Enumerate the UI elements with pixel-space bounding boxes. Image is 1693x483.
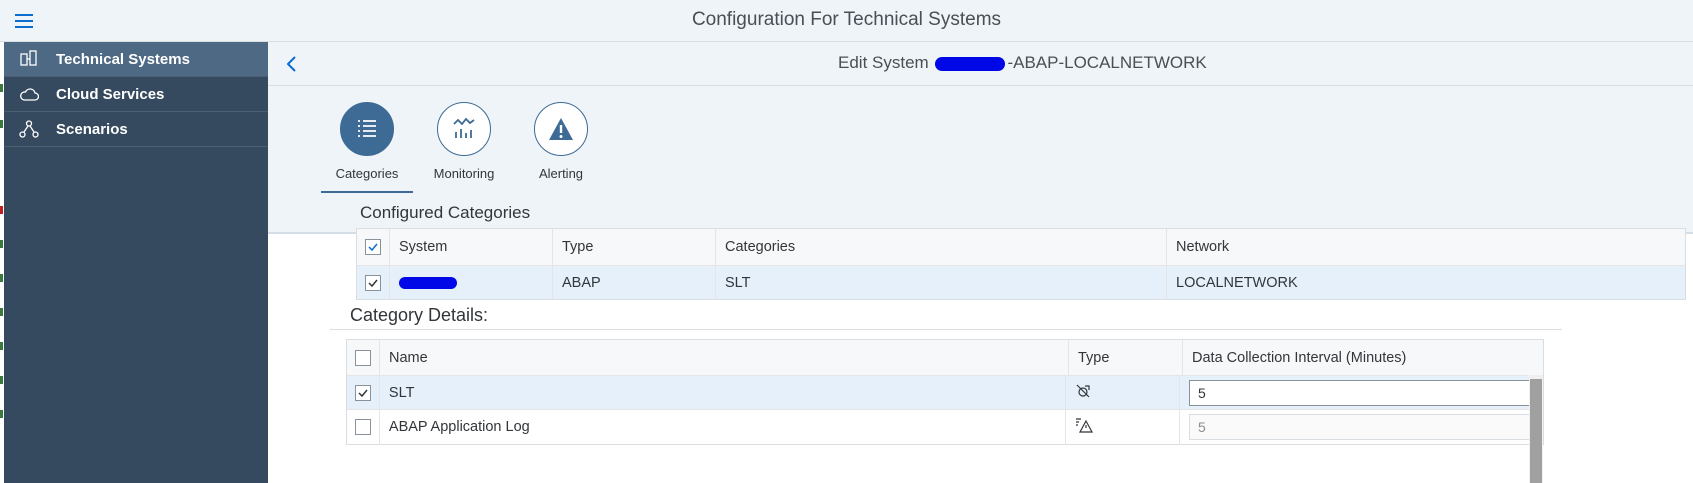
sidebar-item-scenarios[interactable]: Scenarios [4,112,268,147]
tab-categories[interactable]: Categories [321,102,413,193]
redaction-mark [935,56,1006,71]
scrollbar-thumb[interactable] [1530,379,1542,483]
column-header-categories[interactable]: Categories [716,229,1167,265]
column-header-type[interactable]: Type [1069,340,1183,375]
sidebar-item-label: Technical Systems [56,50,190,68]
type-cell: ABAP [553,266,716,299]
page-title-prefix: Edit System [838,53,929,72]
sidebar-item-cloud-services[interactable]: Cloud Services [4,77,268,112]
row-select-cell [357,266,390,299]
tab-label: Monitoring [433,166,495,181]
monitoring-icon [437,102,491,156]
list-icon [340,102,394,156]
network-cell: LOCALNETWORK [1176,274,1298,291]
section-divider [330,329,1562,330]
shell-bar: Configuration For Technical Systems [0,0,1693,42]
table-row[interactable]: ABAP SLT LOCALNETWORK [357,266,1685,299]
tab-monitoring[interactable]: Monitoring [418,102,510,181]
column-header-interval[interactable]: Data Collection Interval (Minutes) [1183,340,1543,375]
system-cell [390,266,553,299]
row-checkbox[interactable] [355,419,371,435]
row-checkbox[interactable] [355,384,371,401]
table-header-row: Name Type Data Collection Interval (Minu… [347,340,1543,376]
table-header-row: System Type Categories Network [357,229,1685,266]
cloud-icon [18,84,40,104]
select-all-cell [347,340,380,375]
row-checkbox[interactable] [365,274,381,291]
sidebar-item-technical-systems[interactable]: Technical Systems [4,42,268,77]
details-scrollbar[interactable] [1529,375,1543,483]
name-cell: SLT [380,376,1067,409]
category-details-title: Category Details: [350,305,489,325]
category-details-table: Name Type Data Collection Interval (Minu… [346,339,1544,445]
sub-header: Edit System -ABAP-LOCALNETWORK [268,42,1693,86]
alert-icon [534,102,588,156]
type-cell [1066,410,1180,444]
tab-alerting[interactable]: Alerting [515,102,607,181]
technical-systems-icon [18,49,40,69]
side-navigation: Technical Systems Cloud Services Scenari… [4,42,268,483]
column-header-name[interactable]: Name [380,340,1069,375]
column-header-system[interactable]: System [390,229,553,265]
column-header-type[interactable]: Type [553,229,716,265]
categories-cell: SLT [716,266,1167,299]
tab-label: Categories [335,166,399,181]
app-title: Configuration For Technical Systems [691,9,1002,30]
table-row[interactable]: ABAP Application Log 5 [347,410,1543,444]
select-all-checkbox[interactable] [365,239,381,255]
interval-input-disabled: 5 [1188,414,1543,440]
back-icon[interactable] [282,54,302,74]
page-title: Edit System -ABAP-LOCALNETWORK [838,53,1207,73]
configured-categories-title: Configured Categories [360,203,531,222]
redaction-mark [399,276,457,289]
interval-cell: 5 [1180,410,1543,444]
application-log-type-icon [1075,417,1094,437]
slt-type-icon [1075,383,1091,403]
row-select-cell [347,376,380,409]
sidebar-item-label: Scenarios [56,120,128,138]
interval-input[interactable]: 5 [1188,379,1543,406]
name-cell: ABAP Application Log [380,410,1067,444]
select-all-checkbox[interactable] [355,349,371,366]
configured-categories-table: System Type Categories Network ABAP SLT … [356,228,1686,300]
row-select-cell [347,410,380,444]
scenarios-icon [18,119,40,139]
sidebar-item-label: Cloud Services [56,85,165,103]
main-content: Edit System -ABAP-LOCALNETWORK Categorie… [268,42,1693,483]
select-all-cell [357,229,390,265]
type-cell [1066,376,1180,409]
page-title-suffix: -ABAP-LOCALNETWORK [1007,53,1207,72]
column-header-network[interactable]: Network [1167,229,1685,265]
interval-cell: 5 [1180,376,1543,409]
tab-label: Alerting [538,166,584,181]
table-row[interactable]: SLT 5 [347,376,1543,410]
